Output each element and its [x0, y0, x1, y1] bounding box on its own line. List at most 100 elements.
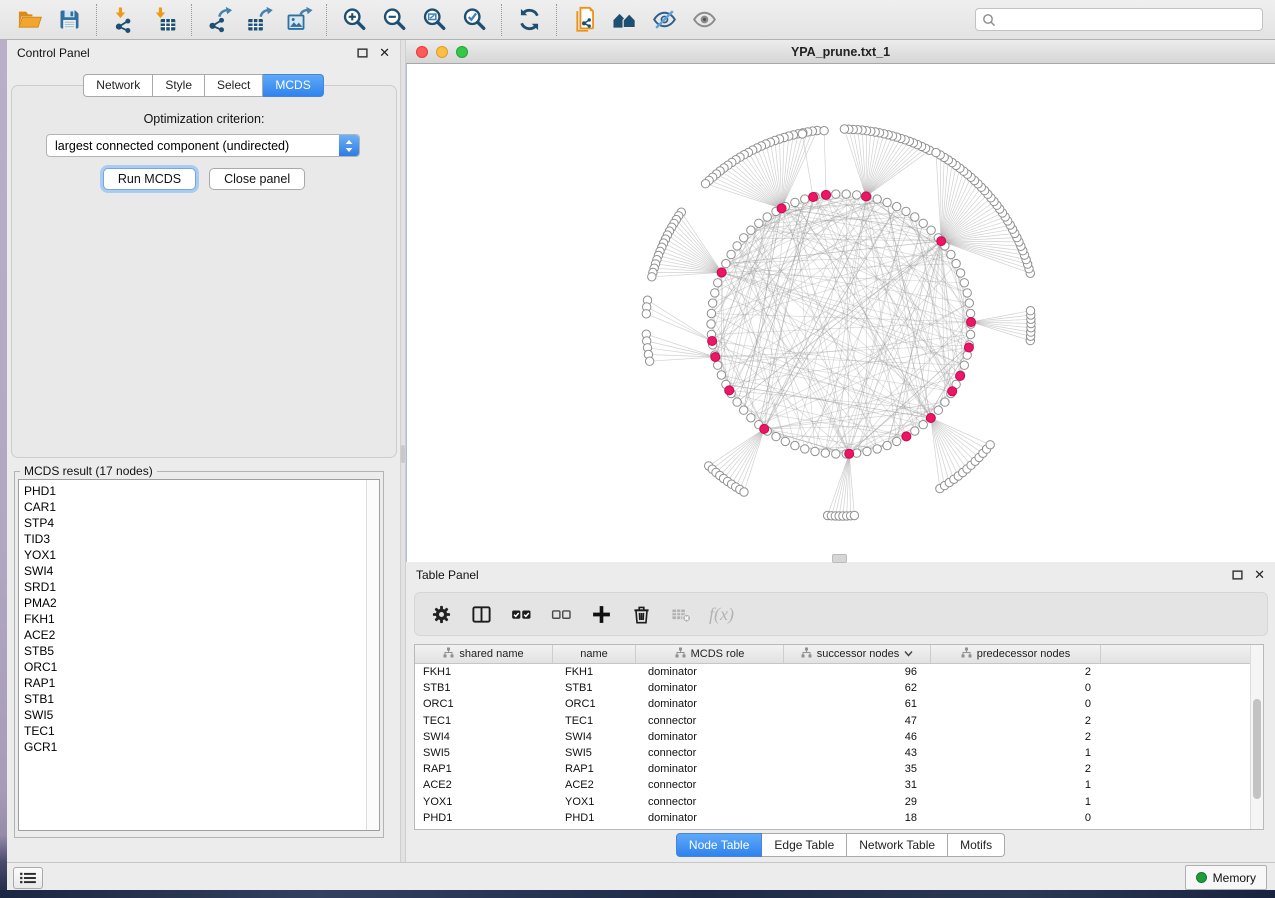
- vertical-splitter-handle[interactable]: [401, 445, 405, 463]
- column-header-predecessor-nodes[interactable]: predecessor nodes: [931, 645, 1101, 663]
- table-row[interactable]: ORC1ORC1dominator610: [415, 696, 1263, 712]
- table-row[interactable]: SWI4SWI4dominator462: [415, 729, 1263, 745]
- table-row[interactable]: FKH1FKH1dominator962: [415, 664, 1263, 680]
- table-cell[interactable]: 0: [931, 682, 1101, 694]
- table-row[interactable]: SWI5SWI5connector431: [415, 745, 1263, 761]
- mcds-result-item[interactable]: GCR1: [24, 739, 365, 755]
- memory-button[interactable]: Memory: [1185, 865, 1267, 890]
- mcds-result-item[interactable]: STB1: [24, 691, 365, 707]
- mcds-result-item[interactable]: PMA2: [24, 595, 365, 611]
- column-header-name[interactable]: name: [553, 645, 636, 663]
- table-cell[interactable]: 1: [931, 779, 1101, 791]
- table-cell[interactable]: 29: [784, 796, 931, 808]
- run-mcds-button[interactable]: Run MCDS: [103, 168, 196, 190]
- mcds-result-item[interactable]: STB5: [24, 643, 365, 659]
- table-cell[interactable]: RAP1: [415, 763, 553, 775]
- tab-select[interactable]: Select: [205, 74, 263, 97]
- table-cell[interactable]: dominator: [636, 763, 784, 775]
- optimization-criterion-select[interactable]: largest connected component (undirected): [46, 134, 360, 157]
- table-cell[interactable]: RAP1: [553, 763, 636, 775]
- table-cell[interactable]: 62: [784, 682, 931, 694]
- close-window-icon[interactable]: [416, 46, 428, 58]
- column-header-successor-nodes[interactable]: successor nodes: [784, 645, 931, 663]
- table-cell[interactable]: connector: [636, 715, 784, 727]
- table-cell[interactable]: 2: [931, 666, 1101, 678]
- mcds-result-item[interactable]: RAP1: [24, 675, 365, 691]
- task-history-button[interactable]: [13, 867, 43, 889]
- table-cell[interactable]: 46: [784, 731, 931, 743]
- network-graph[interactable]: [407, 64, 1275, 562]
- table-cell[interactable]: TEC1: [553, 715, 636, 727]
- table-cell[interactable]: YOX1: [553, 796, 636, 808]
- close-table-panel-button[interactable]: ✕: [1254, 570, 1265, 580]
- column-layout-button[interactable]: [469, 602, 493, 626]
- table-row[interactable]: STB1STB1dominator620: [415, 680, 1263, 696]
- mcds-result-item[interactable]: FKH1: [24, 611, 365, 627]
- delete-row-button[interactable]: [629, 602, 653, 626]
- table-cell[interactable]: ACE2: [553, 779, 636, 791]
- refresh-button[interactable]: [513, 4, 545, 36]
- column-header-shared-name[interactable]: shared name: [415, 645, 553, 663]
- zoom-fit-button[interactable]: [418, 4, 450, 36]
- minimize-window-icon[interactable]: [436, 46, 448, 58]
- table-cell[interactable]: SWI5: [415, 747, 553, 759]
- save-session-button[interactable]: [53, 4, 85, 36]
- tab-mcds[interactable]: MCDS: [263, 74, 323, 97]
- export-image-button[interactable]: [283, 4, 315, 36]
- import-network-button[interactable]: [108, 4, 140, 36]
- table-cell[interactable]: ORC1: [553, 698, 636, 710]
- add-row-button[interactable]: [589, 602, 613, 626]
- table-cell[interactable]: TEC1: [415, 715, 553, 727]
- search-input[interactable]: [1000, 12, 1256, 28]
- table-cell[interactable]: 96: [784, 666, 931, 678]
- deselect-all-button[interactable]: [549, 602, 573, 626]
- float-control-panel-button[interactable]: [357, 48, 368, 58]
- mcds-result-item[interactable]: SRD1: [24, 579, 365, 595]
- tab-style[interactable]: Style: [153, 74, 205, 97]
- mcds-result-item[interactable]: YOX1: [24, 547, 365, 563]
- table-row[interactable]: YOX1YOX1connector291: [415, 794, 1263, 810]
- tab-network[interactable]: Network: [83, 74, 153, 97]
- table-cell[interactable]: ORC1: [415, 698, 553, 710]
- table-cell[interactable]: 31: [784, 779, 931, 791]
- table-cell[interactable]: SWI5: [553, 747, 636, 759]
- table-cell[interactable]: 1: [931, 796, 1101, 808]
- maximize-window-icon[interactable]: [456, 46, 468, 58]
- mcds-result-list[interactable]: PHD1CAR1STP4TID3YOX1SWI4SRD1PMA2FKH1ACE2…: [18, 479, 380, 831]
- search-box[interactable]: [975, 8, 1263, 31]
- table-cell[interactable]: 43: [784, 747, 931, 759]
- table-cell[interactable]: 0: [931, 698, 1101, 710]
- table-cell[interactable]: dominator: [636, 666, 784, 678]
- settings-button[interactable]: [429, 602, 453, 626]
- column-header-mcds-role[interactable]: MCDS role: [636, 645, 784, 663]
- tab-edge-table[interactable]: Edge Table: [762, 833, 847, 857]
- table-scrollbar[interactable]: [1250, 645, 1263, 829]
- tab-node-table[interactable]: Node Table: [676, 833, 763, 857]
- table-cell[interactable]: 35: [784, 763, 931, 775]
- table-row[interactable]: ACE2ACE2connector311: [415, 777, 1263, 793]
- table-cell[interactable]: dominator: [636, 698, 784, 710]
- export-table-button[interactable]: [243, 4, 275, 36]
- table-scrollbar-thumb[interactable]: [1253, 699, 1261, 799]
- zoom-in-button[interactable]: [338, 4, 370, 36]
- table-cell[interactable]: SWI4: [415, 731, 553, 743]
- table-cell[interactable]: 2: [931, 731, 1101, 743]
- table-cell[interactable]: 61: [784, 698, 931, 710]
- hide-selection-button[interactable]: [648, 4, 680, 36]
- network-canvas[interactable]: [406, 64, 1275, 562]
- zoom-out-button[interactable]: [378, 4, 410, 36]
- table-cell[interactable]: 2: [931, 763, 1101, 775]
- table-cell[interactable]: connector: [636, 779, 784, 791]
- mcds-result-item[interactable]: PHD1: [24, 483, 365, 499]
- mcds-result-item[interactable]: CAR1: [24, 499, 365, 515]
- mcds-result-item[interactable]: ACE2: [24, 627, 365, 643]
- mcds-result-item[interactable]: SWI5: [24, 707, 365, 723]
- table-cell[interactable]: 0: [931, 812, 1101, 824]
- table-row[interactable]: TEC1TEC1connector472: [415, 713, 1263, 729]
- tab-motifs[interactable]: Motifs: [948, 833, 1005, 857]
- mcds-result-item[interactable]: TID3: [24, 531, 365, 547]
- table-cell[interactable]: PHD1: [553, 812, 636, 824]
- table-cell[interactable]: dominator: [636, 812, 784, 824]
- table-cell[interactable]: 2: [931, 715, 1101, 727]
- float-table-panel-button[interactable]: [1232, 570, 1243, 580]
